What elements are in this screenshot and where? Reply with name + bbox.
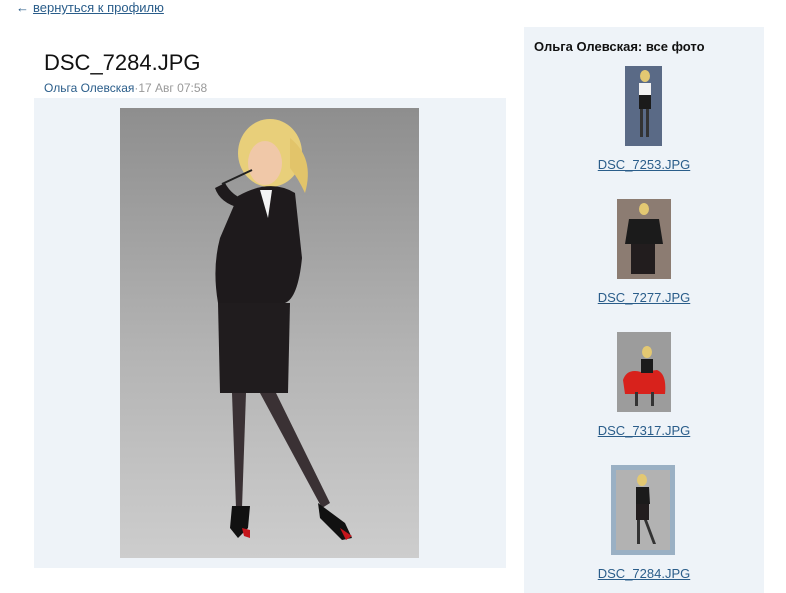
thumbnail-label[interactable]: DSC_7253.JPG [524,157,764,172]
sidebar-title: Ольга Олевская: все фото [534,39,705,54]
back-link-label: вернуться к профилю [33,0,164,15]
thumbnail-item[interactable]: DSC_7277.JPG [524,199,764,309]
thumbnail-image-selected[interactable] [611,465,675,555]
thumbnail-image-art [616,470,670,550]
photo-panel [34,98,506,568]
main-photo[interactable] [120,108,419,558]
thumbnail-image-art [625,66,662,146]
back-to-profile-link[interactable]: ← вернуться к профилю [16,0,164,15]
thumbnail-image[interactable] [617,199,671,279]
thumbnail-label[interactable]: DSC_7284.JPG [524,566,764,581]
thumbnail-image-art [617,332,671,412]
thumbnail-item-selected[interactable]: DSC_7284.JPG [524,465,764,585]
thumbnail-label[interactable]: DSC_7277.JPG [524,290,764,305]
photo-date: 17 Авг 07:58 [138,81,208,95]
thumbnail-item[interactable]: DSC_7253.JPG [524,66,764,176]
photo-title: DSC_7284.JPG [44,50,201,75]
back-arrow-icon: ← [16,0,29,15]
thumbnail-image[interactable] [625,66,662,146]
sidebar: Ольга Олевская: все фото DSC_7253.JPG DS… [524,27,764,593]
thumbnail-item[interactable]: DSC_7317.JPG [524,332,764,442]
thumbnail-label[interactable]: DSC_7317.JPG [524,423,764,438]
thumbnail-image-art [617,199,671,279]
thumbnail-image[interactable] [617,332,671,412]
photo-meta: Ольга Олевская·17 Авг 07:58 [44,81,207,95]
author-link[interactable]: Ольга Олевская [44,81,134,95]
main-photo-image [120,108,419,558]
